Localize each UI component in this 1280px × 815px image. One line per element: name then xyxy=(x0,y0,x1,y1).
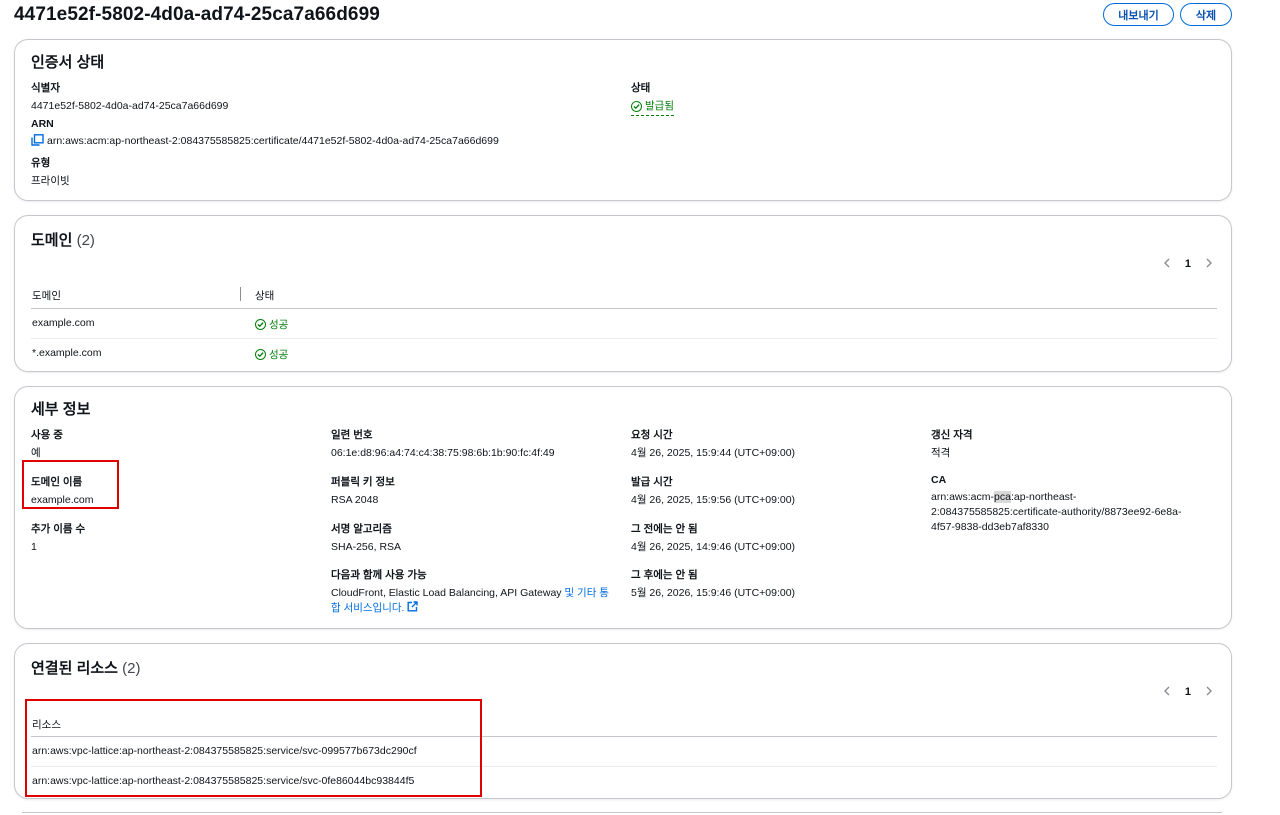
arn-field: ARN arn:aws:acm:ap-northeast-2:084375585… xyxy=(31,118,499,149)
identifier-value: 4471e52f-5802-4d0a-ad74-25ca7a66d699 xyxy=(31,100,229,112)
not-after-value: 5월 26, 2026, 15:9:46 (UTC+09:00) xyxy=(631,587,796,599)
highlight-box xyxy=(22,460,119,509)
card-title: 연결된 리소스 (2) xyxy=(31,657,140,678)
export-button[interactable]: 내보내기 xyxy=(1103,3,1174,26)
issued-field: 발급 시간 4월 26, 2025, 15:9:56 (UTC+09:00) xyxy=(631,474,795,508)
external-link-icon[interactable] xyxy=(407,601,419,617)
state-value: 발급됨 xyxy=(645,100,674,112)
details-card: 세부 정보 사용 중 예 도메인 이름 example.com 추가 이름 수 … xyxy=(14,386,1232,629)
extra-names-value: 1 xyxy=(31,541,37,553)
resources-count: (2) xyxy=(122,660,141,677)
not-before-field: 그 전에는 안 됨 4월 26, 2025, 14:9:46 (UTC+09:0… xyxy=(631,521,795,555)
in-use-label: 사용 중 xyxy=(31,429,63,441)
extra-names-label: 추가 이름 수 xyxy=(31,523,86,535)
usable-label: 다음과 함께 사용 가능 xyxy=(331,569,427,581)
copy-icon[interactable] xyxy=(31,134,44,146)
type-label: 유형 xyxy=(31,157,51,169)
column-header-status[interactable]: 상태 xyxy=(255,288,274,303)
success-icon xyxy=(631,101,642,112)
certificate-status-card: 인증서 상태 식별자 4471e52f-5802-4d0a-ad74-25ca7… xyxy=(14,39,1232,201)
public-key-field: 퍼블릭 키 정보 RSA 2048 xyxy=(331,474,395,508)
resources-pagination: 1 xyxy=(1163,685,1213,699)
chevron-left-icon[interactable] xyxy=(1163,257,1171,271)
requested-field: 요청 시간 4월 26, 2025, 15:9:44 (UTC+09:00) xyxy=(631,427,795,461)
card-title: 인증서 상태 xyxy=(31,54,105,71)
signature-field: 서명 알고리즘 SHA-256, RSA xyxy=(331,521,401,555)
state-status[interactable]: 발급됨 xyxy=(631,99,674,116)
bottom-divider xyxy=(22,812,1222,813)
status-cell: 성공 xyxy=(255,347,288,362)
arn-value: arn:aws:acm:ap-northeast-2:084375585825:… xyxy=(47,135,499,147)
state-field: 상태 발급됨 xyxy=(631,80,674,116)
status-value: 성공 xyxy=(269,349,289,361)
domains-pagination: 1 xyxy=(1163,257,1213,271)
domains-title: 도메인 xyxy=(31,232,73,249)
domains-card: 도메인 (2) 1 도메인 상태 example.com 성공 *.exampl… xyxy=(14,215,1232,372)
domain-cell: *.example.com xyxy=(32,347,102,359)
usable-with-field: 다음과 함께 사용 가능 CloudFront, Elastic Load Ba… xyxy=(331,567,616,617)
renewal-label: 갱신 자격 xyxy=(931,429,973,441)
status-value: 성공 xyxy=(269,319,289,331)
extra-names-field: 추가 이름 수 1 xyxy=(31,521,85,555)
resources-title: 연결된 리소스 xyxy=(31,660,118,677)
in-use-value: 예 xyxy=(31,447,41,459)
not-before-label: 그 전에는 안 됨 xyxy=(631,523,698,535)
renewal-field: 갱신 자격 적격 xyxy=(931,427,973,461)
success-icon xyxy=(255,319,266,330)
page-number[interactable]: 1 xyxy=(1185,686,1191,698)
table-row: *.example.com 성공 xyxy=(31,338,1217,367)
renewal-value: 적격 xyxy=(931,447,951,459)
status-cell: 성공 xyxy=(255,317,288,332)
serial-field: 일련 번호 06:1e:d8:96:a4:74:c4:38:75:98:6b:1… xyxy=(331,427,555,461)
domains-count: (2) xyxy=(76,232,95,249)
requested-label: 요청 시간 xyxy=(631,429,673,441)
ca-field: CA arn:aws:acm-pca:ap-northeast- 2:08437… xyxy=(931,474,1211,535)
integrated-services-link-cont[interactable]: 합 서비스입니다. xyxy=(331,602,404,614)
usable-value: CloudFront, Elastic Load Balancing, API … xyxy=(331,587,562,599)
arn-label: ARN xyxy=(31,118,54,130)
in-use-field: 사용 중 예 xyxy=(31,427,63,461)
highlight-box xyxy=(25,699,482,797)
type-field: 유형 프라이빗 xyxy=(31,155,70,189)
public-key-value: RSA 2048 xyxy=(331,494,379,506)
not-before-value: 4월 26, 2025, 14:9:46 (UTC+09:00) xyxy=(631,541,796,553)
integrated-services-link[interactable]: 및 기타 통 xyxy=(564,587,608,599)
page-title: 4471e52f-5802-4d0a-ad74-25ca7a66d699 xyxy=(14,4,380,25)
domains-table: 도메인 상태 example.com 성공 *.example.com 성공 xyxy=(31,286,1217,366)
card-title: 도메인 (2) xyxy=(31,229,95,250)
chevron-right-icon[interactable] xyxy=(1205,257,1213,271)
not-after-label: 그 후에는 안 됨 xyxy=(631,569,698,581)
public-key-label: 퍼블릭 키 정보 xyxy=(331,476,395,488)
chevron-right-icon[interactable] xyxy=(1205,685,1213,699)
issued-value: 4월 26, 2025, 15:9:56 (UTC+09:00) xyxy=(631,494,796,506)
serial-value: 06:1e:d8:96:a4:74:c4:38:75:98:6b:1b:90:f… xyxy=(331,447,555,459)
delete-button[interactable]: 삭제 xyxy=(1180,3,1232,26)
domain-cell: example.com xyxy=(32,317,95,329)
issued-label: 발급 시간 xyxy=(631,476,673,488)
chevron-left-icon[interactable] xyxy=(1163,685,1171,699)
type-value: 프라이빗 xyxy=(31,175,70,187)
page-number[interactable]: 1 xyxy=(1185,258,1191,270)
column-divider[interactable] xyxy=(240,287,241,301)
requested-value: 4월 26, 2025, 15:9:44 (UTC+09:00) xyxy=(631,447,796,459)
signature-value: SHA-256, RSA xyxy=(331,541,402,553)
serial-label: 일련 번호 xyxy=(331,429,373,441)
success-icon xyxy=(255,349,266,360)
column-header-domain[interactable]: 도메인 xyxy=(32,288,61,303)
signature-label: 서명 알고리즘 xyxy=(331,523,392,535)
state-label: 상태 xyxy=(631,82,651,94)
identifier-label: 식별자 xyxy=(31,82,60,94)
ca-label: CA xyxy=(931,474,947,486)
ca-value: arn:aws:acm-pca:ap-northeast- 2:08437558… xyxy=(931,491,1182,533)
not-after-field: 그 후에는 안 됨 5월 26, 2026, 15:9:46 (UTC+09:0… xyxy=(631,567,795,601)
card-title: 세부 정보 xyxy=(31,401,91,418)
table-row: example.com 성공 xyxy=(31,309,1217,338)
identifier-field: 식별자 4471e52f-5802-4d0a-ad74-25ca7a66d699 xyxy=(31,80,228,114)
